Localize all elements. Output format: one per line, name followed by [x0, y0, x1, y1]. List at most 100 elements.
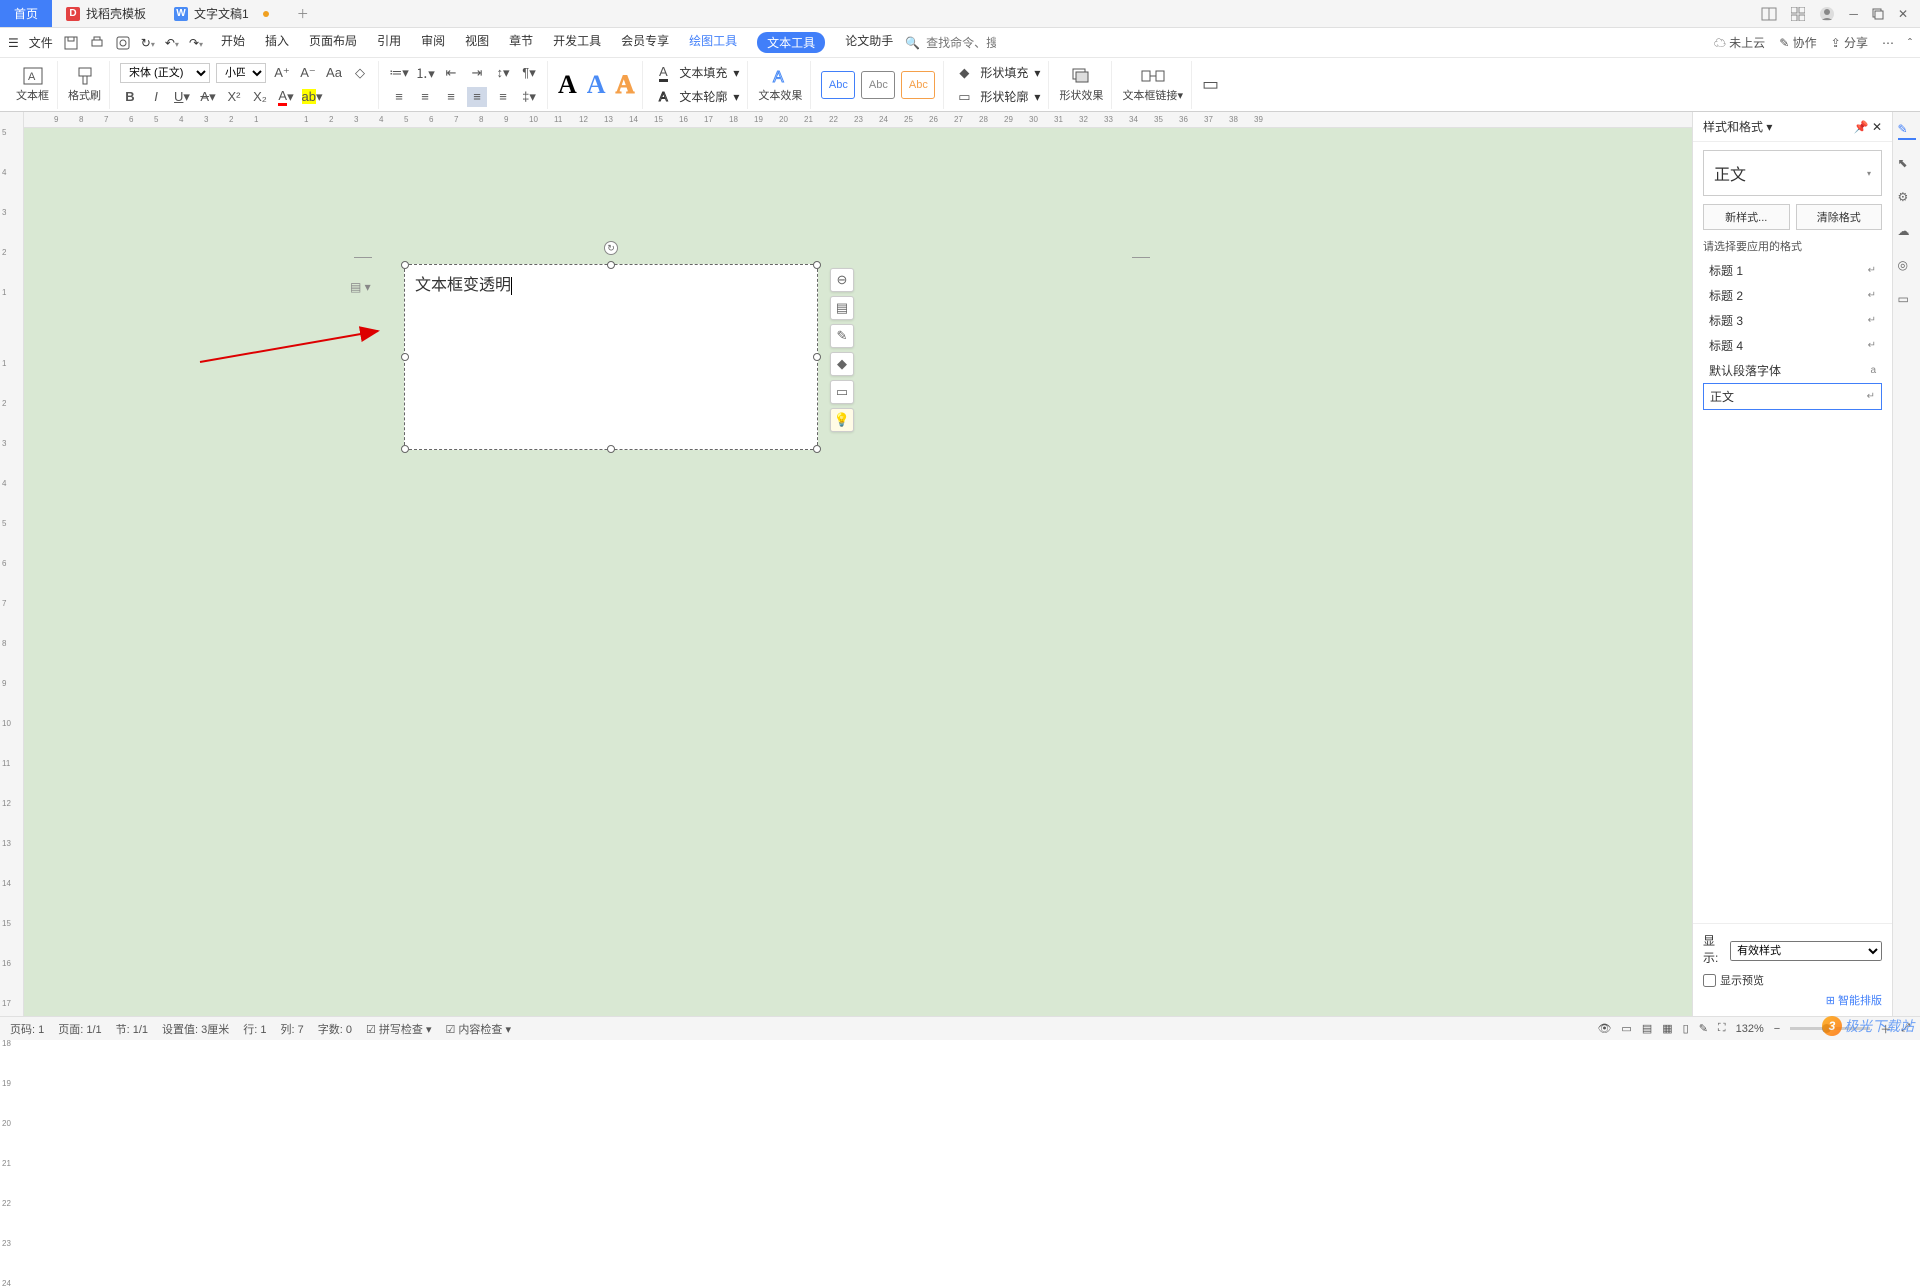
subscript-icon[interactable]: X₂ [250, 87, 270, 107]
style-item-h3[interactable]: 标题 3↵ [1703, 308, 1882, 333]
view-page-icon[interactable]: ▤ [1642, 1022, 1652, 1035]
group-texteffect[interactable]: A 文本效果 [750, 61, 811, 109]
pin-icon[interactable]: 📌 [1854, 120, 1869, 134]
zoom-value[interactable]: 132% [1736, 1023, 1764, 1035]
align-left-icon[interactable]: ≡ [389, 87, 409, 107]
text-style-3[interactable]: A [616, 70, 635, 100]
group-link[interactable]: 文本框链接▾ [1114, 61, 1192, 109]
strike-icon[interactable]: A▾ [198, 87, 218, 107]
close-panel-icon[interactable]: ✕ [1872, 120, 1882, 134]
layout-icon[interactable] [1761, 7, 1777, 21]
highlight-icon[interactable]: ab▾ [302, 87, 322, 107]
preview-checkbox[interactable]: 显示预览 [1703, 972, 1882, 988]
bold-icon[interactable]: B [120, 87, 140, 107]
minimize-button[interactable]: ─ [1849, 7, 1858, 21]
menu-draw-tools[interactable]: 绘图工具 [689, 32, 737, 53]
menu-paper[interactable]: 论文助手 [845, 32, 893, 53]
search-input[interactable] [926, 36, 996, 50]
handle-tm[interactable] [607, 261, 615, 269]
tab-home[interactable]: 首页 [0, 0, 52, 27]
user-icon[interactable] [1819, 6, 1835, 22]
style-item-body[interactable]: 正文↵ [1703, 383, 1882, 410]
tab-document[interactable]: W 文字文稿1 [160, 0, 283, 27]
new-style-button[interactable]: 新样式... [1703, 204, 1790, 230]
menu-start[interactable]: 开始 [221, 32, 245, 53]
handle-tl[interactable] [401, 261, 409, 269]
handle-mr[interactable] [813, 353, 821, 361]
handle-ml[interactable] [401, 353, 409, 361]
grid-icon[interactable] [1791, 7, 1805, 21]
rotate-handle[interactable]: ↻ [604, 241, 618, 255]
edge-pencil-icon[interactable]: ✎ [1898, 122, 1916, 140]
status-content[interactable]: ☑ 内容检查 ▾ [445, 1021, 511, 1037]
close-button[interactable]: ✕ [1898, 7, 1908, 21]
align-center-icon[interactable]: ≡ [415, 87, 435, 107]
smart-layout-link[interactable]: ⊞ 智能排版 [1703, 992, 1882, 1008]
shape-outline-icon[interactable]: ▭ [954, 87, 974, 107]
share-button[interactable]: ⇪ 分享 [1831, 34, 1868, 51]
current-style[interactable]: 正文▾ [1703, 150, 1882, 196]
undo-icon[interactable]: ↶▾ [165, 36, 179, 50]
indent-inc-icon[interactable]: ⇥ [467, 63, 487, 83]
zoom-out-icon[interactable]: − [1774, 1023, 1780, 1035]
menu-review[interactable]: 审阅 [421, 32, 445, 53]
shape-style-1[interactable]: Abc [821, 71, 855, 99]
text-style-1[interactable]: A [558, 70, 577, 100]
paramark-icon[interactable]: ¶▾ [519, 63, 539, 83]
shape-style-3[interactable]: Abc [901, 71, 935, 99]
group-formatbrush[interactable]: 格式刷 [60, 61, 110, 109]
edge-settings-icon[interactable]: ⚙ [1898, 190, 1916, 208]
textbox[interactable]: ↻ 文本框变透明 [404, 264, 818, 450]
textbox-text[interactable]: 文本框变透明 [405, 265, 817, 301]
refresh-icon[interactable]: ↻▾ [141, 36, 155, 50]
float-collapse-icon[interactable]: ⊖ [830, 268, 854, 292]
indent-dec-icon[interactable]: ⇤ [441, 63, 461, 83]
paragraph-control-icon[interactable]: ▤ ▾ [350, 280, 371, 294]
edge-book-icon[interactable]: ▭ [1898, 292, 1916, 310]
menu-section[interactable]: 章节 [509, 32, 533, 53]
save-icon[interactable] [63, 35, 79, 51]
view-outline-icon[interactable]: ▯ [1683, 1022, 1689, 1035]
clear-format-button[interactable]: 清除格式 [1796, 204, 1883, 230]
status-spell[interactable]: ☑ 拼写检查 ▾ [366, 1021, 432, 1037]
more-icon[interactable]: ⋯ [1882, 36, 1894, 50]
shrink-font-icon[interactable]: A⁻ [298, 63, 318, 83]
handle-bl[interactable] [401, 445, 409, 453]
show-select[interactable]: 有效样式 [1730, 941, 1882, 961]
view-eye-icon[interactable]: 👁 [1597, 1022, 1611, 1035]
handle-br[interactable] [813, 445, 821, 453]
file-menu[interactable]: 文件 [29, 34, 53, 51]
underline-icon[interactable]: U▾ [172, 87, 192, 107]
print-icon[interactable] [89, 35, 105, 51]
float-layout-icon[interactable]: ▤ [830, 296, 854, 320]
superscript-icon[interactable]: X² [224, 87, 244, 107]
numbering-icon[interactable]: ⒈▾ [415, 63, 435, 83]
zoom-fit-icon[interactable]: ⛶ [1718, 1022, 1726, 1035]
menu-text-tools[interactable]: 文本工具 [757, 32, 825, 53]
view-draft-icon[interactable]: ✎ [1699, 1022, 1708, 1035]
float-fill-icon[interactable]: ◆ [830, 352, 854, 376]
edge-cloud-icon[interactable]: ☁ [1898, 224, 1916, 242]
cloud-status[interactable]: ☁ 未上云 [1714, 34, 1765, 51]
view-web-icon[interactable]: ▦ [1662, 1022, 1672, 1035]
font-color-icon[interactable]: A▾ [276, 87, 296, 107]
collapse-ribbon-icon[interactable]: ˆ [1908, 36, 1912, 50]
group-more[interactable]: ▭ [1194, 61, 1227, 109]
change-case-icon[interactable]: Aa [324, 63, 344, 83]
menu-dev[interactable]: 开发工具 [553, 32, 601, 53]
grow-font-icon[interactable]: A⁺ [272, 63, 292, 83]
maximize-button[interactable] [1872, 8, 1884, 20]
float-idea-icon[interactable]: 💡 [830, 408, 854, 432]
menu-layout[interactable]: 页面布局 [309, 32, 357, 53]
menu-view[interactable]: 视图 [465, 32, 489, 53]
size-select[interactable]: 小四 [216, 63, 266, 83]
text-outline-icon[interactable]: A [653, 87, 673, 107]
view-read-icon[interactable]: ▭ [1621, 1022, 1631, 1035]
menu-insert[interactable]: 插入 [265, 32, 289, 53]
shape-fill-icon[interactable]: ◆ [954, 63, 974, 83]
style-item-h2[interactable]: 标题 2↵ [1703, 283, 1882, 308]
float-edit-icon[interactable]: ✎ [830, 324, 854, 348]
handle-bm[interactable] [607, 445, 615, 453]
style-item-default[interactable]: 默认段落字体a [1703, 358, 1882, 383]
align-right-icon[interactable]: ≡ [441, 87, 461, 107]
